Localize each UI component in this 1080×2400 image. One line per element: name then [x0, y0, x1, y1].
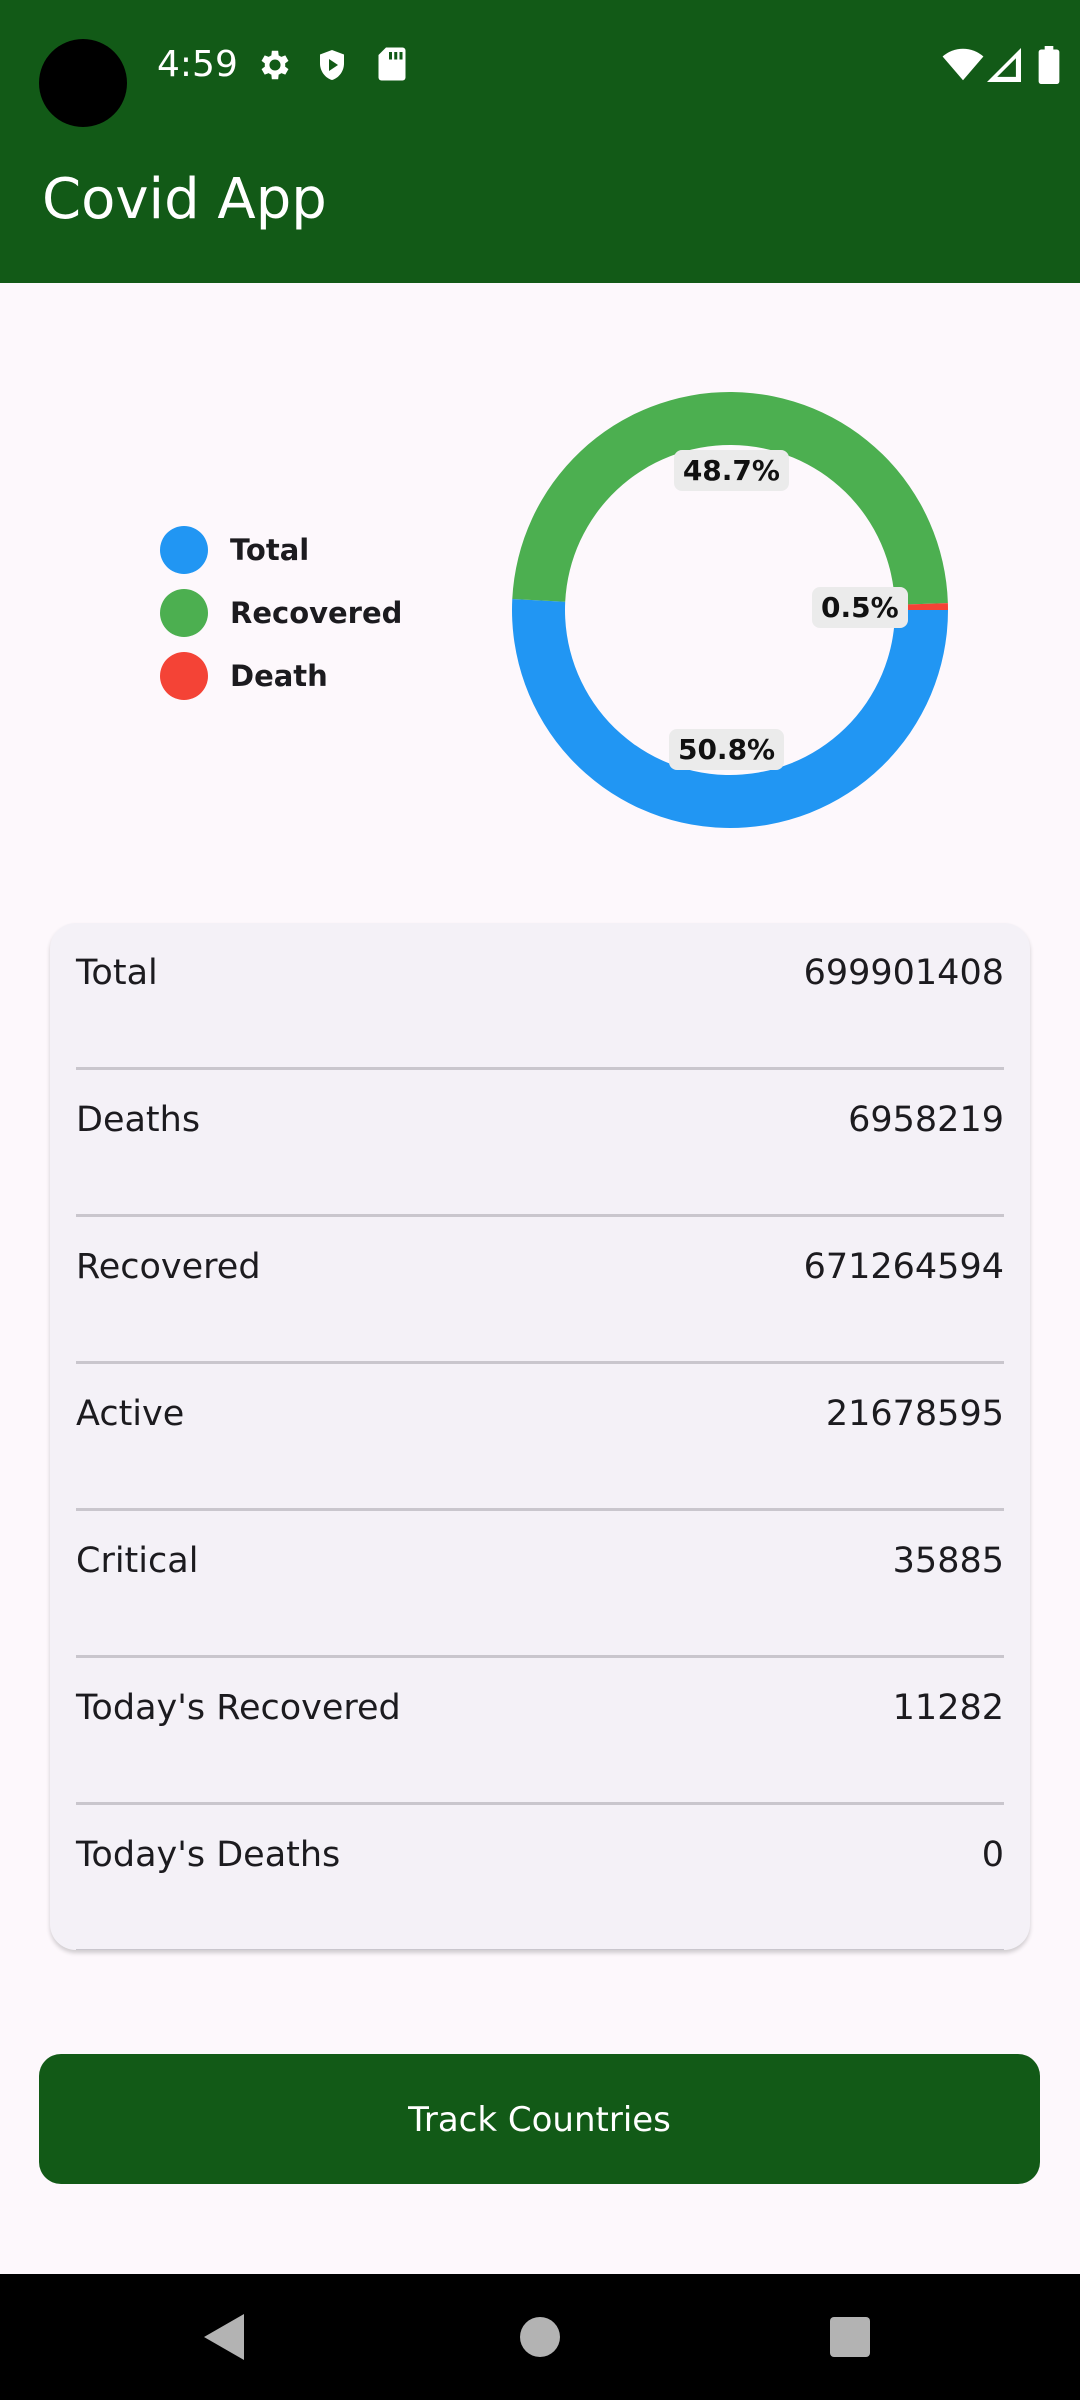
stat-row-deaths: Deaths 6958219	[76, 1070, 1004, 1217]
battery-icon	[1038, 46, 1060, 84]
back-icon[interactable]	[204, 2314, 244, 2360]
slice-label-recovered: 48.7%	[673, 449, 789, 491]
legend-label: Total	[230, 532, 310, 567]
legend-item-recovered: Recovered	[160, 581, 402, 644]
settings-icon	[261, 50, 289, 80]
legend-dot-death	[160, 651, 208, 700]
stat-row-critical: Critical 35885	[76, 1511, 1004, 1658]
stat-row-todays-recovered: Today's Recovered 11282	[76, 1658, 1004, 1805]
stat-value: 11282	[892, 1688, 1004, 1728]
stat-label: Today's Recovered	[76, 1688, 401, 1728]
signal-icon	[987, 48, 1021, 82]
stat-label: Total	[76, 953, 158, 993]
stat-value: 671264594	[803, 1247, 1004, 1287]
stat-value: 6958219	[848, 1100, 1004, 1140]
app-bar: 4:59 Covid App	[0, 0, 1080, 283]
chart-legend: Total Recovered Death	[160, 518, 402, 707]
system-navigation-bar	[0, 2274, 1080, 2400]
slice-label-total: 50.8%	[668, 729, 785, 771]
stat-row-recovered: Recovered 671264594	[76, 1217, 1004, 1364]
stat-row-todays-deaths: Today's Deaths 0	[76, 1805, 1004, 1950]
sd-card-icon	[378, 47, 406, 81]
stat-value: 35885	[892, 1541, 1004, 1581]
stats-card: Total 699901408 Deaths 6958219 Recovered…	[50, 923, 1030, 1950]
stat-label: Active	[76, 1394, 185, 1434]
slice-recovered	[512, 392, 948, 605]
donut-chart: 50.8% 48.7% 0.5%	[500, 380, 960, 840]
slice-label-death: 0.5%	[811, 587, 908, 629]
page-title: Covid App	[42, 167, 327, 232]
legend-label: Recovered	[230, 595, 403, 630]
stat-label: Critical	[76, 1541, 199, 1581]
legend-dot-total	[160, 525, 208, 574]
stat-row-total: Total 699901408	[76, 923, 1004, 1070]
legend-item-death: Death	[160, 644, 402, 707]
legend-label: Death	[230, 658, 328, 693]
legend-item-total: Total	[160, 518, 402, 581]
play-protect-icon	[320, 50, 344, 80]
recents-icon[interactable]	[830, 2317, 870, 2357]
stat-label: Deaths	[76, 1100, 201, 1140]
track-countries-button[interactable]: Track Countries	[39, 2054, 1040, 2184]
stat-value: 21678595	[825, 1394, 1004, 1434]
home-icon[interactable]	[520, 2317, 560, 2357]
wifi-icon	[942, 48, 984, 81]
slice-total	[512, 599, 948, 828]
stat-value: 0	[981, 1835, 1004, 1875]
status-time: 4:59	[157, 44, 238, 85]
legend-dot-recovered	[160, 588, 208, 637]
stat-value: 699901408	[803, 953, 1004, 993]
camera-cutout	[39, 39, 127, 127]
stat-row-active: Active 21678595	[76, 1364, 1004, 1511]
stat-label: Today's Deaths	[76, 1835, 341, 1875]
stat-label: Recovered	[76, 1247, 261, 1287]
